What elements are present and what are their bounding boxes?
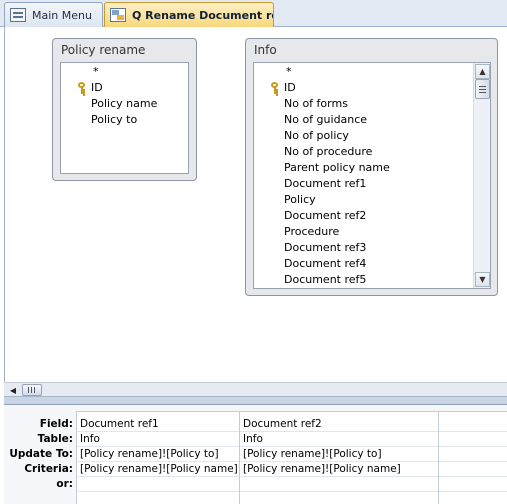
row-label-or: or:: [56, 478, 73, 490]
field-parent-policy-name[interactable]: Parent policy name: [254, 160, 473, 176]
field-id-label: ID: [284, 81, 296, 94]
tab-main-menu[interactable]: Main Menu: [4, 2, 103, 27]
cell-field[interactable]: Document ref1: [77, 417, 239, 432]
grid-column-1[interactable]: Document ref1 Info [Policy rename]![Poli…: [77, 412, 240, 504]
design-horizontal-scrollbar[interactable]: ◀: [4, 382, 507, 396]
scroll-thumb[interactable]: [475, 79, 490, 99]
field-document-ref3[interactable]: Document ref3: [254, 240, 473, 256]
grid-columns: Document ref1 Info [Policy rename]![Poli…: [76, 411, 507, 504]
table-box-info[interactable]: Info * ID No of forms No of guidance No …: [245, 38, 498, 296]
cell-or[interactable]: [77, 477, 239, 492]
field-procedure[interactable]: Procedure: [254, 224, 473, 240]
row-label-update-to: Update To:: [9, 448, 73, 460]
field-document-ref4[interactable]: Document ref4: [254, 256, 473, 272]
field-no-of-policy[interactable]: No of policy: [254, 128, 473, 144]
cell-table[interactable]: [439, 432, 507, 447]
horizontal-scroll-thumb[interactable]: [22, 384, 42, 396]
query-design-pane: Policy rename * ID Policy name Policy to…: [4, 27, 507, 382]
field-policy[interactable]: Policy: [254, 192, 473, 208]
cell-or[interactable]: [240, 477, 438, 492]
info-fields: * ID No of forms No of guidance No of po…: [254, 64, 473, 288]
form-icon: [10, 8, 26, 22]
document-tab-strip: Main Menu Q Rename Document refs: [0, 0, 507, 27]
primary-key-icon: [77, 82, 87, 94]
query-design-grid: Field: Table: Update To: Criteria: or: D…: [4, 405, 507, 504]
cell-criteria[interactable]: [Policy rename]![Policy name]: [240, 462, 438, 477]
field-id-label: ID: [91, 81, 103, 94]
field-no-of-procedure[interactable]: No of procedure: [254, 144, 473, 160]
cell-table[interactable]: Info: [77, 432, 239, 447]
scroll-up-icon[interactable]: ▲: [475, 64, 490, 79]
cell-update-to[interactable]: [439, 447, 507, 462]
cell-update-to[interactable]: [Policy rename]![Policy to]: [77, 447, 239, 462]
cell-update-to[interactable]: [Policy rename]![Policy to]: [240, 447, 438, 462]
scroll-left-icon[interactable]: ◀: [6, 384, 20, 396]
cell-or[interactable]: [439, 477, 507, 492]
table-title-policy-rename[interactable]: Policy rename: [53, 39, 196, 61]
primary-key-icon: [270, 82, 280, 94]
cell-criteria[interactable]: [439, 462, 507, 477]
scroll-down-icon[interactable]: ▼: [475, 272, 490, 287]
info-vertical-scrollbar[interactable]: ▲ ▼: [473, 63, 490, 288]
field-policy-name[interactable]: Policy name: [61, 96, 188, 112]
pane-splitter[interactable]: [4, 396, 507, 405]
row-label-criteria: Criteria:: [24, 463, 73, 475]
tab-query-label: Q Rename Document refs: [132, 8, 273, 22]
tab-main-menu-label: Main Menu: [32, 8, 92, 22]
cell-criteria[interactable]: [Policy rename]![Policy name]: [77, 462, 239, 477]
field-all[interactable]: *: [254, 64, 473, 80]
row-label-field: Field:: [39, 418, 73, 430]
field-policy-to[interactable]: Policy to: [61, 112, 188, 128]
field-no-of-forms[interactable]: No of forms: [254, 96, 473, 112]
tab-q-rename-document-refs[interactable]: Q Rename Document refs: [104, 2, 274, 27]
cell-field[interactable]: [439, 417, 507, 432]
field-id[interactable]: ID: [254, 80, 473, 96]
field-all[interactable]: *: [61, 64, 188, 80]
table-title-info[interactable]: Info: [246, 39, 497, 61]
query-icon: [110, 8, 126, 22]
row-label-table: Table:: [37, 433, 73, 445]
field-document-ref1[interactable]: Document ref1: [254, 176, 473, 192]
field-list-info: * ID No of forms No of guidance No of po…: [253, 62, 491, 289]
grid-column-2[interactable]: Document ref2 Info [Policy rename]![Poli…: [240, 412, 439, 504]
field-no-of-guidance[interactable]: No of guidance: [254, 112, 473, 128]
field-document-ref2[interactable]: Document ref2: [254, 208, 473, 224]
table-box-policy-rename[interactable]: Policy rename * ID Policy name Policy to: [52, 38, 197, 181]
grid-row-labels: Field: Table: Update To: Criteria: or:: [4, 405, 76, 504]
field-list-policy-rename: * ID Policy name Policy to: [60, 62, 189, 174]
field-id[interactable]: ID: [61, 80, 188, 96]
field-document-ref5[interactable]: Document ref5: [254, 272, 473, 288]
cell-field[interactable]: Document ref2: [240, 417, 438, 432]
grid-column-3[interactable]: [439, 412, 507, 504]
cell-table[interactable]: Info: [240, 432, 438, 447]
